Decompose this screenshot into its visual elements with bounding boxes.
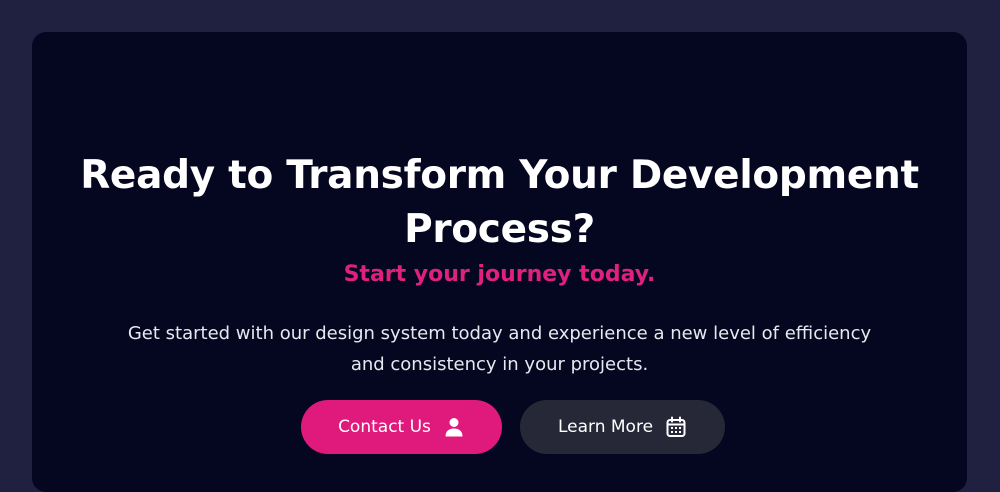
headline-line-2: Process? [404,207,595,252]
description-line-1: Get started with our design system today… [127,323,872,344]
headline-line-1: Ready to Transform Your Development [80,153,919,198]
contact-us-label: Contact Us [338,417,431,437]
cta-description: Get started with our design system today… [112,318,887,380]
user-icon [443,416,465,438]
contact-us-button[interactable]: Contact Us [301,400,502,454]
description-line-2: and consistency in your projects. [350,354,649,375]
cta-tagline: Start your journey today. [343,262,656,287]
calendar-icon [665,416,687,438]
learn-more-label: Learn More [557,417,654,437]
cta-headline: Ready to Transform Your Development Proc… [32,149,967,257]
learn-more-button[interactable]: Learn More [520,400,725,454]
cta-card: Ready to Transform Your Development Proc… [32,32,967,492]
